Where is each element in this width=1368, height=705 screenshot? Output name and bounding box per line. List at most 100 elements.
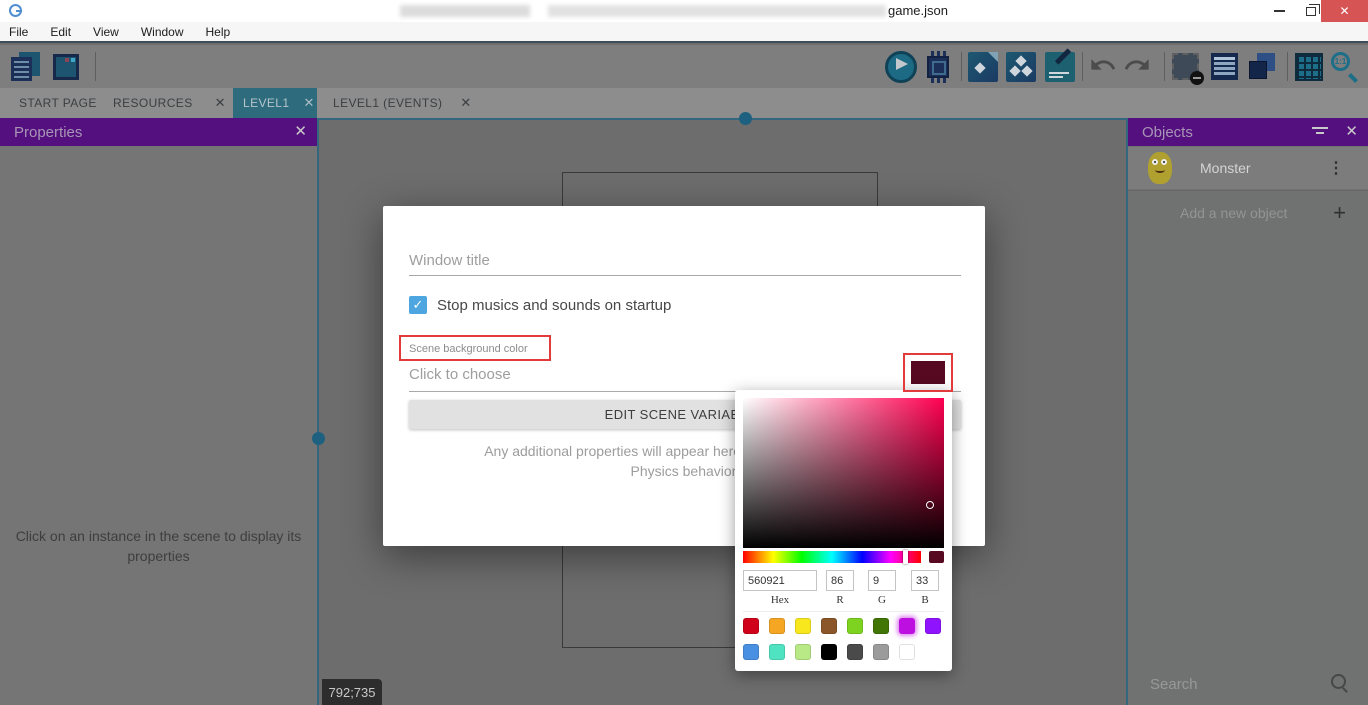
color-picker-popup: Hex R G B <box>735 390 952 671</box>
window-title: game.json <box>888 3 948 18</box>
redacted-title-segment <box>548 5 886 17</box>
stop-music-label: Stop musics and sounds on startup <box>437 297 671 314</box>
hex-input[interactable] <box>743 570 817 591</box>
horizontal-splitter[interactable] <box>318 118 1126 120</box>
minimize-icon <box>1274 10 1285 12</box>
search-input[interactable] <box>1150 671 1320 697</box>
filter-icon[interactable] <box>1312 127 1328 134</box>
splitter-handle[interactable] <box>739 112 752 125</box>
hue-slider[interactable] <box>743 551 921 563</box>
menu-file[interactable]: File <box>9 25 28 39</box>
tab-start-page[interactable]: START PAGE <box>19 88 97 118</box>
properties-panel-title: Properties <box>14 124 82 141</box>
red-input[interactable] <box>826 570 854 591</box>
tab-level1[interactable]: LEVEL1 ✕ <box>233 88 317 118</box>
preset-color[interactable] <box>743 644 759 660</box>
close-icon[interactable]: ✕ <box>1345 122 1358 140</box>
splitter-handle[interactable] <box>312 432 325 445</box>
redacted-title-segment <box>400 5 530 17</box>
gdevelop-logo-icon <box>9 4 22 17</box>
tab-resources[interactable]: RESOURCES ✕ <box>113 88 226 118</box>
grid-icon[interactable] <box>1293 51 1325 83</box>
tab-close-icon[interactable]: ✕ <box>460 95 471 111</box>
green-input[interactable] <box>868 570 896 591</box>
properties-empty-message: Click on an instance in the scene to dis… <box>12 526 305 566</box>
tab-close-icon[interactable]: ✕ <box>303 95 314 111</box>
object-list-item[interactable]: Monster ⋮ <box>1128 147 1368 189</box>
hue-slider-handle[interactable] <box>903 550 908 564</box>
layers-icon[interactable] <box>1246 51 1278 83</box>
toolbar-separator <box>1082 52 1083 81</box>
properties-panel-header: Properties ✕ <box>0 118 317 146</box>
left-splitter[interactable] <box>317 118 319 705</box>
toolbar-separator <box>961 52 962 81</box>
annotation-box-color-swatch <box>903 353 953 392</box>
menu-help[interactable]: Help <box>206 25 231 39</box>
title-bar: game.json ✕ <box>0 0 1368 22</box>
debug-icon[interactable] <box>922 51 954 83</box>
properties-panel: Properties ✕ Click on an instance in the… <box>0 118 317 705</box>
project-manager-icon[interactable] <box>10 51 42 83</box>
restore-icon <box>1306 7 1316 16</box>
redo-icon[interactable] <box>1122 51 1154 83</box>
objects-panel: Objects ✕ Monster ⋮ Add a new object + <box>1128 118 1368 705</box>
saturation-area[interactable] <box>743 398 944 548</box>
preset-color[interactable] <box>873 644 889 660</box>
preset-color[interactable] <box>847 618 863 634</box>
hex-label: Hex <box>743 594 817 606</box>
undo-icon[interactable] <box>1088 51 1120 83</box>
minimize-button[interactable] <box>1262 0 1296 22</box>
zoom-1-1-icon[interactable]: 1:1 <box>1330 51 1362 83</box>
toolbar: 1:1 <box>0 45 1368 88</box>
divider <box>743 611 944 612</box>
red-label: R <box>826 594 854 606</box>
add-object-row[interactable]: Add a new object + <box>1128 191 1368 235</box>
delete-instances-icon[interactable] <box>1170 51 1202 83</box>
saturation-marker[interactable] <box>926 501 934 509</box>
picker-current-color <box>929 551 944 563</box>
blue-input[interactable] <box>911 570 939 591</box>
toolbar-separator <box>1164 52 1165 81</box>
menu-view[interactable]: View <box>93 25 119 39</box>
stop-music-checkbox[interactable]: ✓ <box>409 296 427 314</box>
close-button[interactable]: ✕ <box>1321 0 1368 22</box>
start-page-icon[interactable] <box>50 51 82 83</box>
plus-icon[interactable]: + <box>1333 200 1346 226</box>
preview-play-icon[interactable] <box>885 51 917 83</box>
edit-objects-icon[interactable] <box>967 51 999 83</box>
edit-groups-icon[interactable] <box>1005 51 1037 83</box>
gdevelop-window: game.json ✕ File Edit View Window Help <box>0 0 1368 705</box>
blue-label: B <box>911 594 939 606</box>
menu-edit[interactable]: Edit <box>50 25 71 39</box>
preset-color[interactable] <box>847 644 863 660</box>
click-to-choose-field[interactable]: Click to choose <box>409 366 511 383</box>
object-menu-icon[interactable]: ⋮ <box>1328 158 1344 178</box>
preset-color[interactable] <box>821 644 837 660</box>
preset-color[interactable] <box>795 618 811 634</box>
tab-close-icon[interactable]: ✕ <box>215 95 226 111</box>
menu-window[interactable]: Window <box>141 25 184 39</box>
toolbar-separator <box>95 52 96 81</box>
edit-scene-properties-icon[interactable] <box>1044 51 1076 83</box>
preset-color[interactable] <box>769 618 785 634</box>
annotation-box-scene-background-color <box>399 335 551 361</box>
tab-level1-events[interactable]: LEVEL1 (EVENTS) ✕ <box>333 88 472 118</box>
preset-color[interactable] <box>873 618 889 634</box>
add-object-label: Add a new object <box>1180 205 1287 221</box>
preset-color[interactable] <box>899 618 915 634</box>
search-icon[interactable] <box>1330 673 1350 693</box>
preset-color[interactable] <box>795 644 811 660</box>
preset-color[interactable] <box>769 644 785 660</box>
object-name: Monster <box>1200 160 1251 176</box>
preset-color[interactable] <box>899 644 915 660</box>
cursor-position-badge: 792;735 <box>322 679 382 705</box>
window-title-field[interactable]: Window title <box>409 252 490 269</box>
objects-panel-header: Objects ✕ <box>1128 118 1368 146</box>
objects-panel-title: Objects <box>1142 124 1193 141</box>
objects-search-row <box>1128 663 1368 705</box>
preset-color[interactable] <box>821 618 837 634</box>
preset-color[interactable] <box>925 618 941 634</box>
instances-list-icon[interactable] <box>1209 51 1241 83</box>
preset-color[interactable] <box>743 618 759 634</box>
close-icon[interactable]: ✕ <box>294 122 307 140</box>
